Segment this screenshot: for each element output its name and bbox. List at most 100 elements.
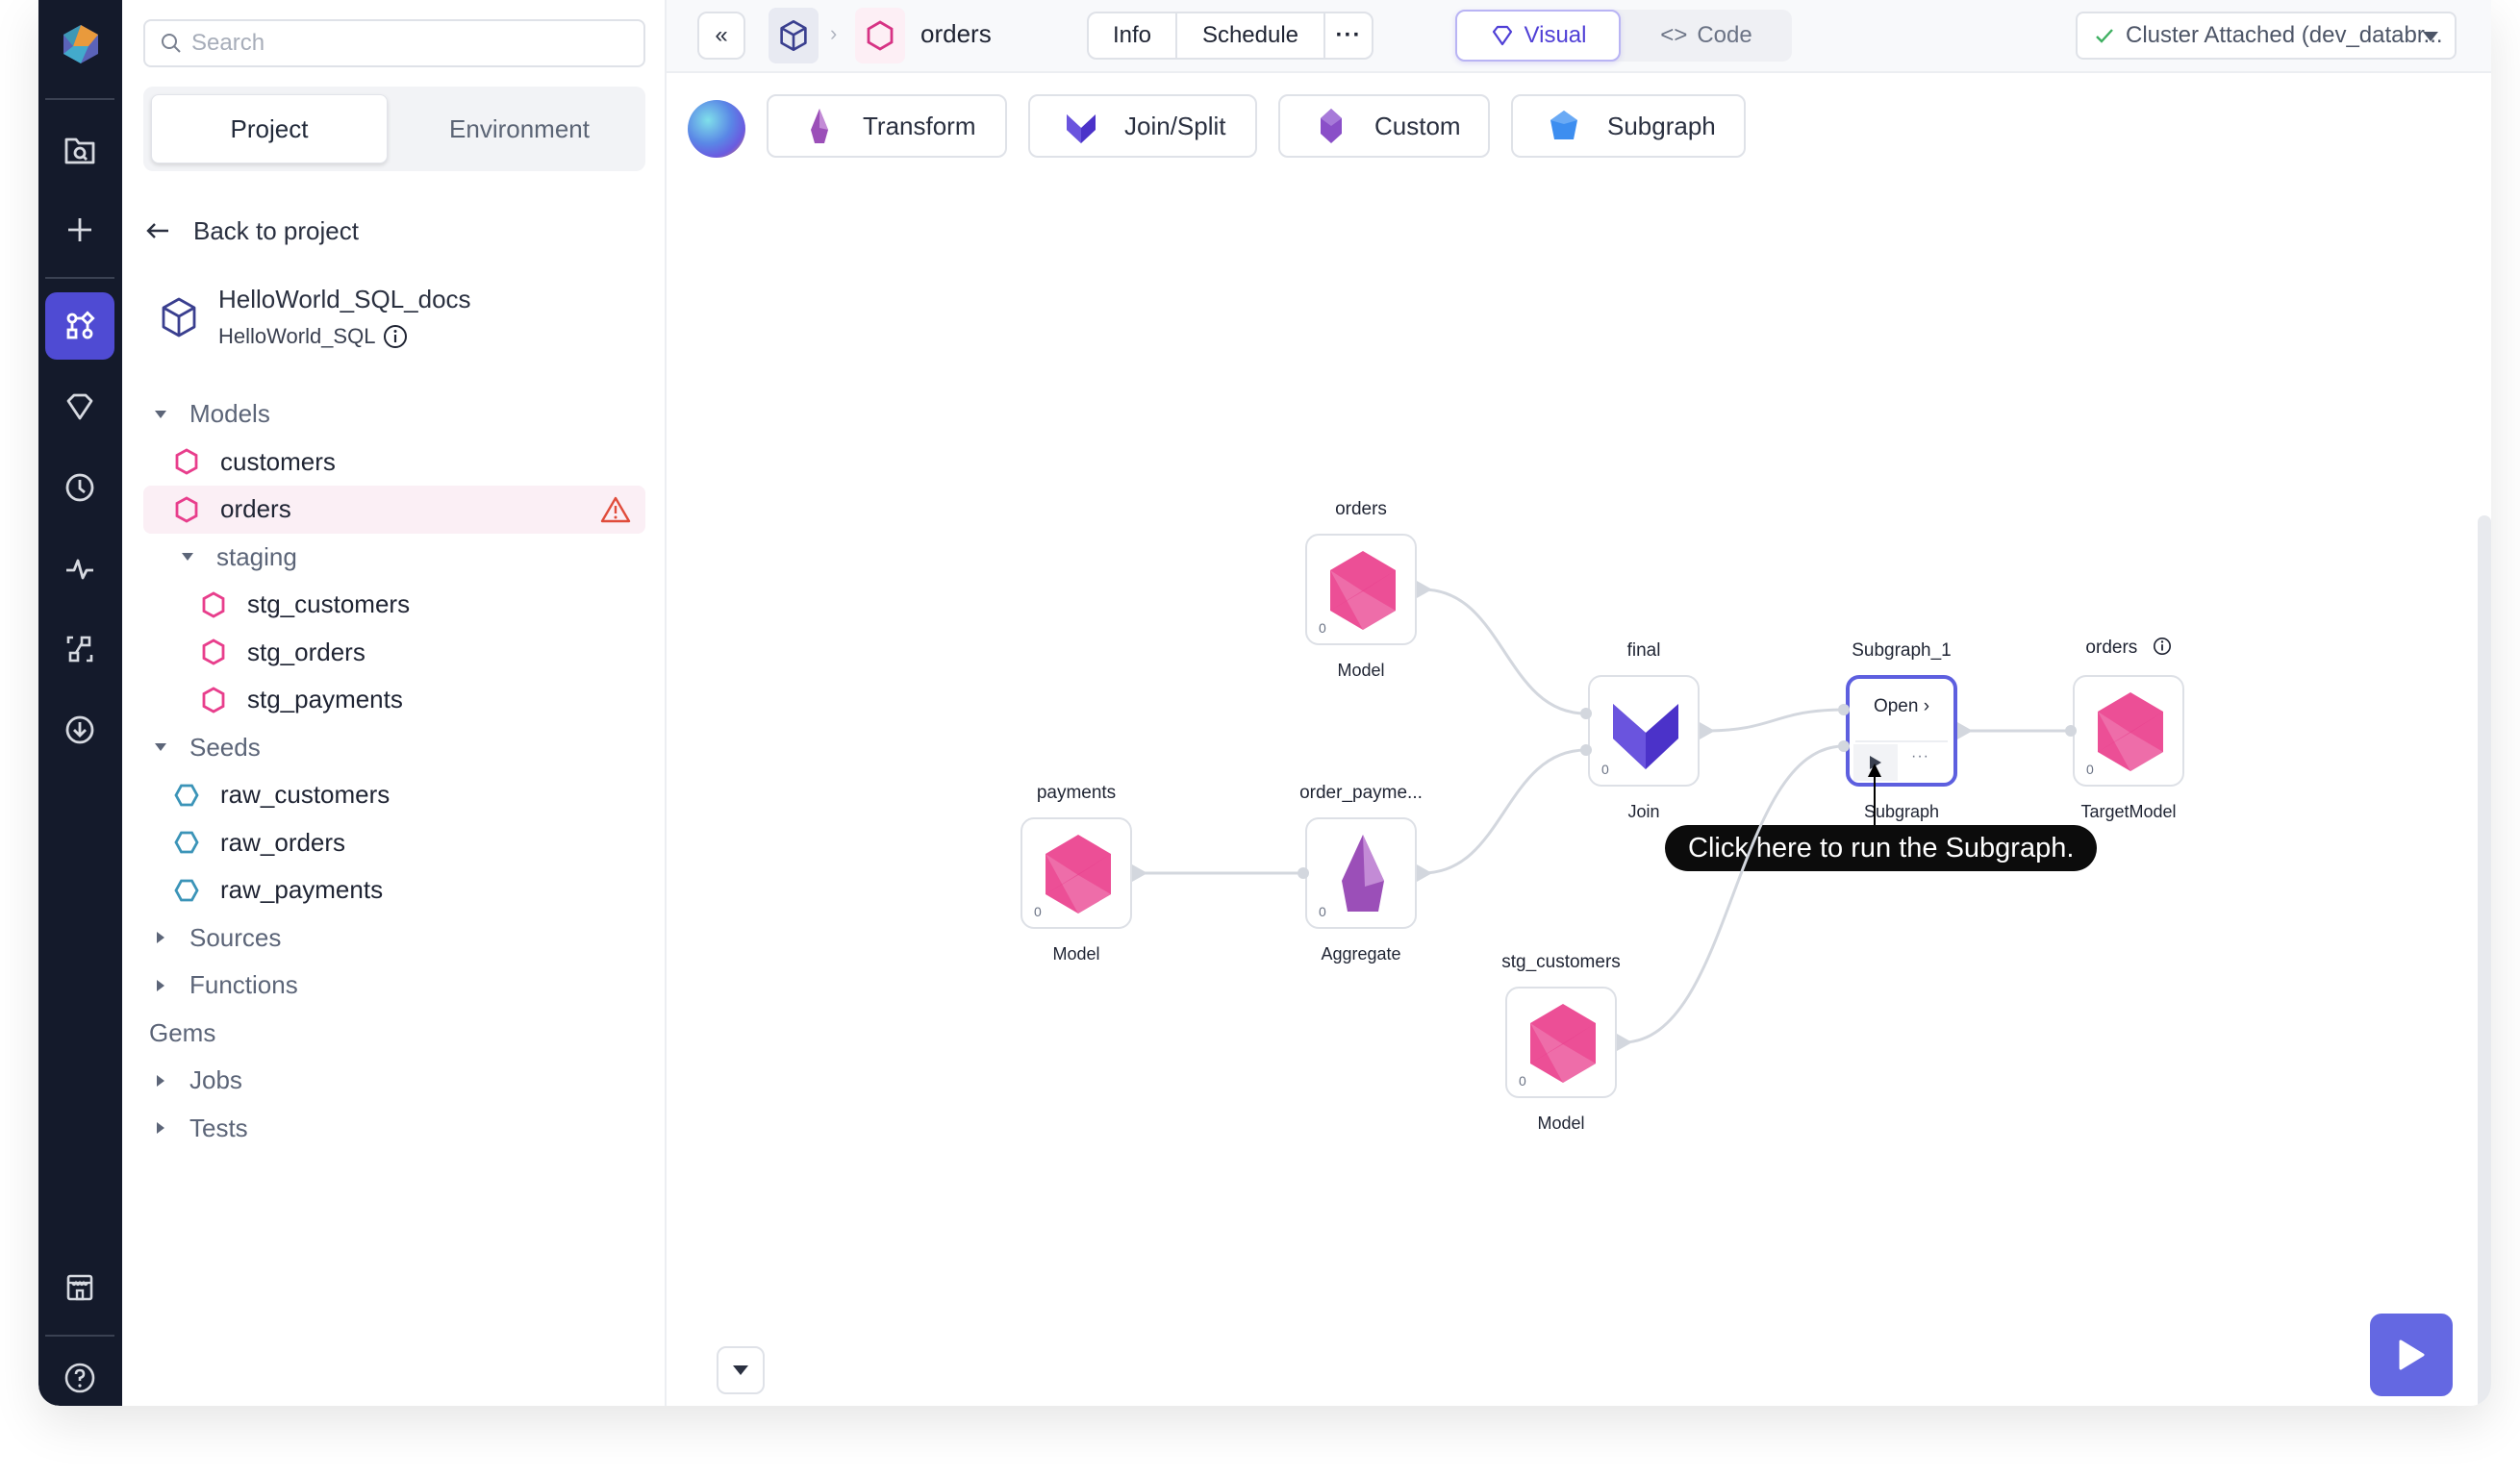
- edge-orders-final[interactable]: [1422, 588, 1587, 715]
- run-pipeline-button[interactable]: [2370, 1314, 2453, 1396]
- model-hex-icon: [175, 496, 198, 523]
- tree-item-label: customers: [220, 446, 336, 476]
- tab-environment[interactable]: Environment: [401, 94, 638, 163]
- tree-group-label: Jobs: [189, 1065, 242, 1095]
- tree-item-orders[interactable]: orders: [143, 486, 645, 534]
- store-icon: [66, 1274, 93, 1301]
- model-breadcrumb[interactable]: [855, 8, 905, 63]
- pulse-icon: [66, 559, 93, 580]
- project-name: HelloWorld_SQL_docs: [218, 285, 471, 313]
- rail-divider: [45, 98, 114, 100]
- deployments-button[interactable]: [45, 696, 114, 764]
- project-breadcrumb[interactable]: [769, 8, 819, 63]
- transform-gem-button[interactable]: Transform: [767, 94, 1007, 158]
- browse-projects-button[interactable]: [45, 115, 114, 183]
- caret-down-icon: [155, 410, 166, 418]
- folder-search-icon: [64, 138, 95, 164]
- input-port[interactable]: [1580, 744, 1592, 756]
- cluster-selector[interactable]: Cluster Attached (dev_databr...: [2076, 12, 2457, 60]
- collapse-sidebar-button[interactable]: «: [697, 12, 745, 60]
- info-icon[interactable]: [383, 324, 408, 349]
- subgraph-gem-button[interactable]: Subgraph: [1511, 94, 1746, 158]
- marketplace-button[interactable]: [45, 1254, 114, 1321]
- output-port[interactable]: [1957, 722, 1973, 739]
- tree-group-gems[interactable]: Gems: [143, 1010, 645, 1058]
- tree-item-raw-payments[interactable]: raw_payments: [143, 866, 645, 914]
- edge-layer: [1132, 581, 2077, 1051]
- tree-group-seeds[interactable]: Seeds: [143, 724, 645, 772]
- warning-icon[interactable]: [599, 495, 632, 524]
- project-header: HelloWorld_SQL_docs HelloWorld_SQL: [161, 285, 471, 349]
- tree-group-functions[interactable]: Functions: [143, 962, 645, 1010]
- project-tree: Models customers orders staging stg_customer…: [143, 390, 645, 1152]
- pipelines-button[interactable]: [45, 292, 114, 360]
- info-button[interactable]: Info: [1089, 13, 1177, 58]
- model-hex-icon: [867, 20, 894, 51]
- observability-button[interactable]: [45, 535, 114, 602]
- input-port[interactable]: [1838, 704, 1850, 715]
- tree-group-jobs[interactable]: Jobs: [143, 1057, 645, 1105]
- search-input[interactable]: [191, 30, 615, 57]
- search-box[interactable]: [143, 19, 645, 67]
- cluster-label: Cluster Attached (dev_databr...: [2126, 22, 2443, 48]
- pipeline-canvas[interactable]: orders 0 Model final 0 Join Subgraph_1 Open › ·…: [667, 179, 2491, 1406]
- seed-hex-icon: [174, 879, 199, 902]
- help-button[interactable]: [45, 1344, 114, 1406]
- caret-down-icon: [733, 1365, 748, 1375]
- cube-icon: [780, 20, 807, 51]
- back-to-project-link[interactable]: Back to project: [143, 212, 359, 250]
- tab-project[interactable]: Project: [151, 94, 388, 163]
- create-new-button[interactable]: [45, 196, 114, 263]
- logo-icon[interactable]: [60, 23, 102, 65]
- pipeline-icon: [66, 311, 95, 339]
- gem-button-label: Join/Split: [1124, 111, 1226, 140]
- canvas-options-dropdown[interactable]: [717, 1346, 765, 1394]
- code-brackets-icon: <>: [1660, 22, 1688, 48]
- tree-item-raw-orders[interactable]: raw_orders: [143, 819, 645, 867]
- tree-group-label: Tests: [189, 1113, 248, 1142]
- edge-stg-subgraph[interactable]: [1622, 744, 1845, 1044]
- transform-gem-icon: [811, 109, 828, 143]
- edge-agg-final[interactable]: [1422, 748, 1587, 875]
- output-port[interactable]: [1132, 864, 1147, 882]
- tree-item-raw-customers[interactable]: raw_customers: [143, 771, 645, 819]
- help-icon: [64, 1363, 95, 1393]
- visual-tab[interactable]: Visual: [1455, 10, 1621, 62]
- tree-item-stg-orders[interactable]: stg_orders: [143, 629, 645, 677]
- lineage-button[interactable]: [45, 615, 114, 683]
- join-split-gem-button[interactable]: Join/Split: [1028, 94, 1257, 158]
- output-port[interactable]: [1700, 722, 1715, 739]
- tree-item-customers[interactable]: customers: [143, 438, 645, 487]
- view-mode-toggle: Visual <> Code: [1455, 10, 1792, 62]
- schedules-button[interactable]: [45, 454, 114, 521]
- search-icon: [162, 34, 181, 53]
- schedule-button[interactable]: Schedule: [1177, 13, 1325, 58]
- input-port[interactable]: [1298, 867, 1309, 879]
- copilot-orb-icon[interactable]: [688, 100, 745, 158]
- tree-item-stg-customers[interactable]: stg_customers: [143, 581, 645, 629]
- custom-gem-button[interactable]: Custom: [1278, 94, 1490, 158]
- tree-group-models[interactable]: Models: [143, 390, 645, 438]
- output-port[interactable]: [1417, 864, 1432, 882]
- output-port[interactable]: [1617, 1034, 1632, 1051]
- more-options-button[interactable]: ···: [1325, 13, 1372, 58]
- breadcrumb-separator: ›: [830, 21, 838, 45]
- input-port[interactable]: [1838, 740, 1850, 752]
- input-port[interactable]: [2065, 725, 2077, 737]
- code-tab[interactable]: <> Code: [1621, 10, 1792, 62]
- cube-icon: [162, 297, 196, 337]
- app-window: Project Environment Back to project Hell…: [38, 0, 2491, 1406]
- check-icon: [2096, 29, 2113, 43]
- input-port[interactable]: [1580, 708, 1592, 719]
- visual-label: Visual: [1524, 22, 1587, 48]
- tree-group-staging[interactable]: staging: [143, 534, 645, 582]
- gem-button-label: Custom: [1374, 111, 1461, 140]
- tree-group-sources[interactable]: Sources: [143, 914, 645, 963]
- edge-final-subgraph[interactable]: [1704, 708, 1845, 733]
- gems-button[interactable]: [45, 373, 114, 440]
- left-rail: [38, 0, 122, 1406]
- tree-group-label: Sources: [189, 922, 282, 952]
- tree-group-tests[interactable]: Tests: [143, 1105, 645, 1153]
- output-port[interactable]: [1417, 581, 1432, 598]
- tree-item-stg-payments[interactable]: stg_payments: [143, 676, 645, 724]
